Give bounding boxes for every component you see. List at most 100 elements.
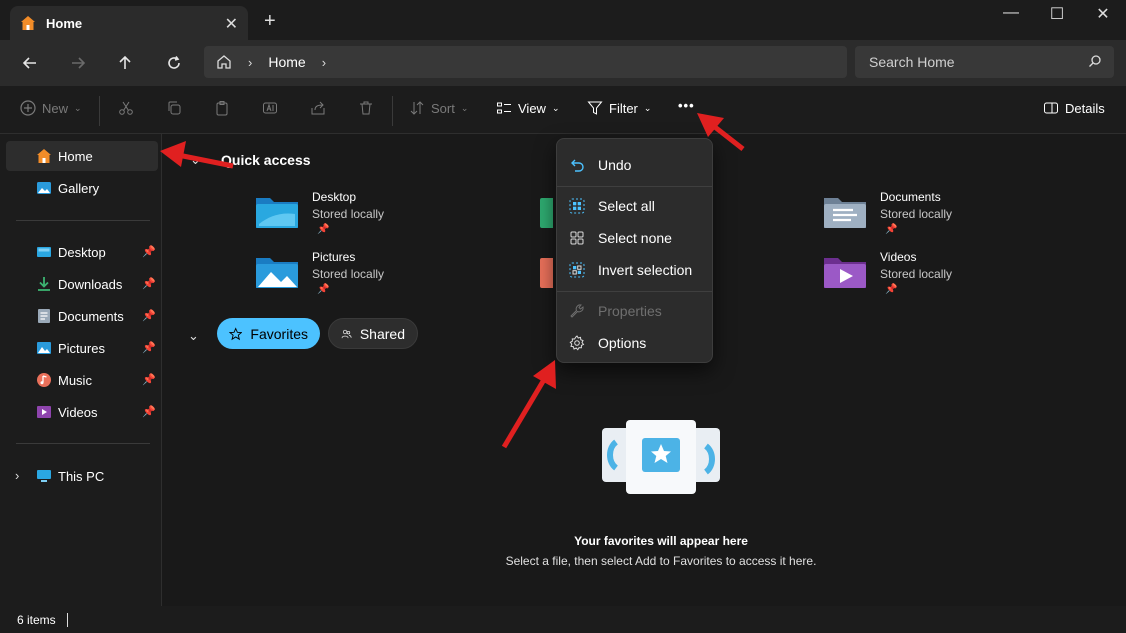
chevron-down-icon: ⌄	[74, 102, 82, 113]
menu-item-invert-selection[interactable]: Invert selection	[561, 255, 709, 285]
status-bar: 6 items	[0, 606, 1126, 633]
shared-filter-button[interactable]: Shared	[328, 318, 418, 349]
filter-button[interactable]: Filter ⌄	[587, 100, 651, 116]
home-icon	[37, 149, 51, 163]
minimize-button[interactable]: —	[996, 4, 1026, 22]
menu-item-select-all[interactable]: Select all	[561, 191, 709, 221]
navigation-pane: Home Gallery Desktop 📌 Downloads 📌 Docum…	[0, 134, 162, 606]
tile-name: Pictures	[312, 250, 356, 264]
pin-icon: 📌	[885, 284, 898, 295]
see-more-button[interactable]: •••	[678, 98, 695, 113]
home-outline-icon	[217, 55, 231, 69]
quick-access-item-videos[interactable]: Videos Stored locally 📌	[823, 248, 1073, 304]
sidebar-item-music[interactable]: Music 📌	[6, 365, 158, 395]
close-window-button[interactable]: ✕	[1088, 4, 1118, 24]
rename-button[interactable]	[262, 100, 278, 116]
videos-icon	[37, 406, 51, 418]
tile-name: Desktop	[312, 190, 357, 204]
undo-icon	[571, 159, 584, 172]
details-pane-icon	[1044, 102, 1058, 114]
chevron-right-icon[interactable]: ›	[322, 55, 326, 70]
pin-icon[interactable]: 📌	[142, 405, 156, 418]
quick-access-heading: Quick access	[221, 152, 311, 168]
tile-status: Stored locally	[880, 207, 953, 221]
refresh-button[interactable]	[161, 50, 187, 76]
address-bar[interactable]: › Home ›	[204, 46, 847, 78]
pin-icon[interactable]: 📌	[142, 341, 156, 354]
menu-item-properties[interactable]: Properties	[561, 296, 709, 326]
trash-icon	[360, 101, 372, 115]
view-list-icon	[497, 102, 511, 114]
documents-icon	[38, 309, 50, 323]
new-label: New	[42, 100, 69, 116]
up-button[interactable]	[112, 50, 138, 76]
search-box[interactable]: Search Home	[855, 46, 1114, 78]
new-tab-button[interactable]: +	[264, 10, 276, 33]
quick-access-item-documents[interactable]: Documents Stored locally 📌	[823, 188, 1073, 244]
share-icon	[311, 101, 325, 115]
pin-icon[interactable]: 📌	[142, 245, 156, 258]
computer-icon	[37, 470, 51, 482]
breadcrumb-home[interactable]: Home	[268, 54, 305, 70]
back-button[interactable]	[17, 50, 43, 76]
sidebar-item-label: Videos	[58, 404, 98, 420]
quick-access-item-music[interactable]	[539, 248, 553, 304]
cut-button[interactable]	[118, 100, 134, 116]
maximize-button[interactable]: ☐	[1042, 4, 1072, 24]
pin-icon[interactable]: 📌	[142, 373, 156, 386]
delete-button[interactable]	[358, 100, 374, 116]
pin-icon[interactable]: 📌	[142, 277, 156, 290]
collapse-files-icon[interactable]: ⌄	[188, 328, 199, 344]
quick-access-item-desktop[interactable]: Desktop Stored locally 📌	[255, 188, 505, 244]
sidebar-item-documents[interactable]: Documents 📌	[6, 301, 158, 331]
chevron-right-icon[interactable]: ›	[15, 468, 19, 483]
paste-button[interactable]	[214, 100, 230, 116]
pictures-folder-icon	[256, 258, 298, 288]
sidebar-item-home[interactable]: Home	[6, 141, 158, 171]
menu-item-select-none[interactable]: Select none	[561, 223, 709, 253]
item-count: 6 items	[17, 612, 56, 627]
tab-home[interactable]: Home ✕	[10, 6, 248, 40]
arrow-right-icon	[72, 57, 86, 69]
menu-item-options[interactable]: Options	[561, 328, 709, 358]
forward-button[interactable]	[65, 50, 91, 76]
sidebar-item-videos[interactable]: Videos 📌	[6, 397, 158, 427]
sidebar-divider	[16, 220, 150, 221]
pin-icon: 📌	[317, 284, 330, 295]
sidebar-item-desktop[interactable]: Desktop 📌	[6, 237, 158, 267]
gear-icon	[569, 335, 585, 351]
menu-item-label: Select all	[598, 198, 655, 214]
tile-name: Videos	[880, 250, 917, 264]
sort-button[interactable]: Sort ⌄	[409, 100, 468, 116]
sidebar-item-gallery[interactable]: Gallery	[6, 173, 158, 203]
details-button[interactable]: Details	[1043, 100, 1105, 116]
menu-item-undo[interactable]: Undo	[561, 150, 709, 180]
favorites-filter-button[interactable]: Favorites	[217, 318, 320, 349]
navigation-bar: › Home › Search Home	[0, 40, 1126, 86]
sidebar-item-this-pc[interactable]: › This PC	[6, 461, 158, 491]
sidebar-item-downloads[interactable]: Downloads 📌	[6, 269, 158, 299]
details-label: Details	[1065, 100, 1105, 116]
tile-status: Stored locally	[312, 207, 385, 221]
desktop-icon	[37, 247, 51, 257]
new-button[interactable]: New ⌄	[20, 100, 82, 116]
copy-icon	[168, 101, 181, 115]
view-button[interactable]: View ⌄	[496, 100, 560, 116]
copy-button[interactable]	[166, 100, 182, 116]
desktop-folder-icon	[256, 198, 298, 228]
menu-item-label: Select none	[598, 230, 672, 246]
sidebar-item-pictures[interactable]: Pictures 📌	[6, 333, 158, 363]
downloads-folder-icon	[540, 198, 553, 228]
quick-access-item-downloads[interactable]	[539, 188, 553, 244]
pictures-icon	[37, 342, 51, 354]
menu-separator	[557, 186, 712, 187]
scissors-icon	[119, 101, 133, 115]
collapse-quick-access-icon[interactable]: ⌄	[190, 152, 201, 168]
pin-icon[interactable]: 📌	[142, 309, 156, 322]
share-button[interactable]	[310, 100, 326, 116]
quick-access-item-pictures[interactable]: Pictures Stored locally 📌	[255, 248, 505, 304]
chevron-right-icon[interactable]: ›	[248, 55, 252, 70]
select-all-icon	[569, 198, 585, 214]
tab-close-button[interactable]: ✕	[225, 14, 238, 34]
toolbar-divider	[99, 96, 100, 126]
